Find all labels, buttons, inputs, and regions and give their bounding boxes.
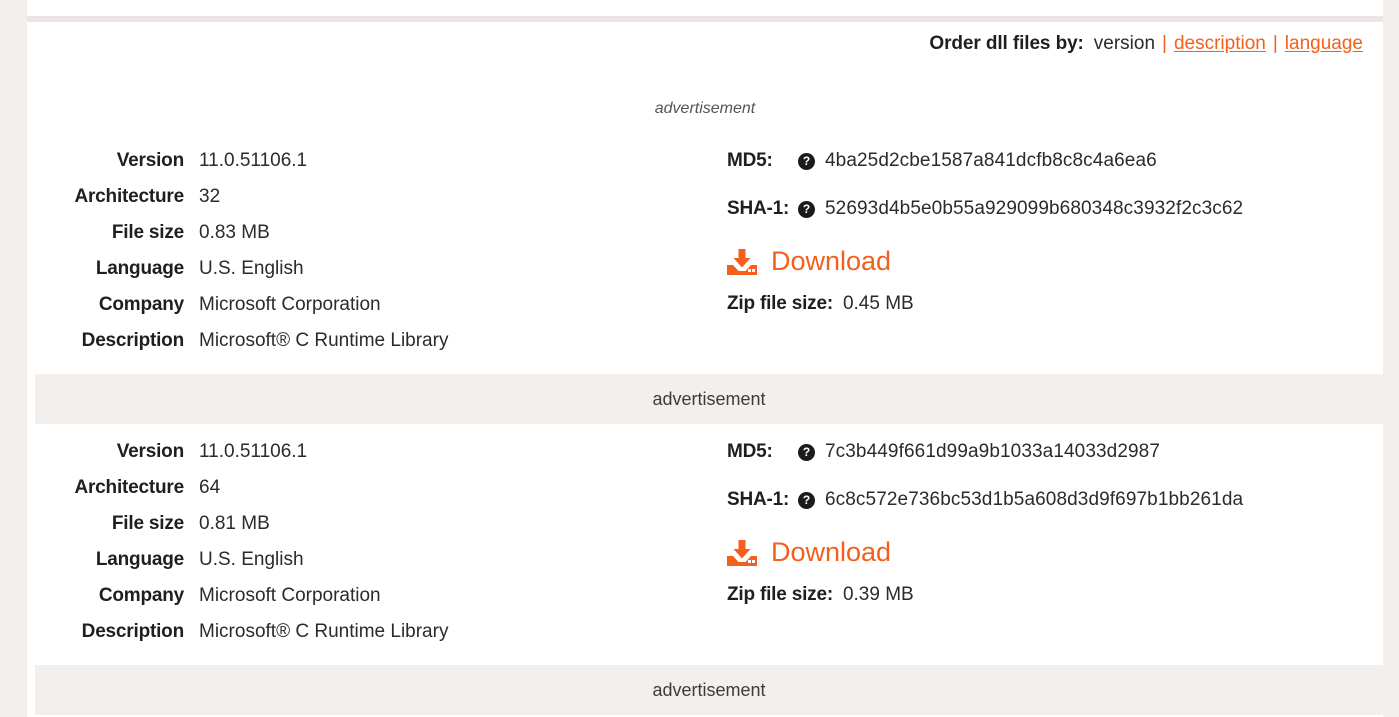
- sha1-value: 6c8c572e736bc53d1b5a608d3d9f697b1bb261da: [825, 489, 1244, 510]
- advertisement-bar-middle-label: advertisement: [652, 388, 766, 409]
- spec-key-language: Language: [95, 549, 184, 570]
- help-icon[interactable]: ?: [798, 443, 815, 461]
- download-icon: [727, 248, 757, 275]
- sha1-label: SHA-1:: [727, 489, 790, 510]
- advertisement-top: advertisement: [654, 100, 756, 117]
- md5-label: MD5:: [727, 441, 773, 462]
- zip-file-size-label: Zip file size:: [727, 293, 833, 314]
- zip-file-size-row: Zip file size: 0.39 MB: [727, 584, 1377, 606]
- order-files-label: Order dll files by:: [929, 33, 1084, 54]
- spec-row-file-size: File size 0.83 MB: [27, 222, 497, 258]
- spec-row-language: Language U.S. English: [27, 549, 497, 585]
- order-current-version: version: [1093, 33, 1156, 54]
- download-icon: [727, 539, 757, 566]
- file-spec-table: Version 11.0.51106.1 Architecture 32 Fil…: [27, 150, 497, 366]
- download-button[interactable]: Download: [727, 246, 891, 277]
- md5-label: MD5:: [727, 150, 773, 171]
- top-divider: [27, 16, 1383, 22]
- help-icon[interactable]: ?: [798, 152, 815, 170]
- download-label: Download: [771, 246, 892, 276]
- spec-value-architecture: 64: [199, 477, 221, 498]
- spec-row-description: Description Microsoft® C Runtime Library: [27, 621, 497, 657]
- spec-value-architecture: 32: [199, 186, 221, 207]
- zip-file-size-value: 0.45 MB: [842, 293, 914, 314]
- sha1-label: SHA-1:: [727, 198, 790, 219]
- spec-key-file-size: File size: [111, 222, 184, 243]
- spec-row-company: Company Microsoft Corporation: [27, 585, 497, 621]
- spec-value-file-size: 0.81 MB: [199, 513, 270, 534]
- spec-row-version: Version 11.0.51106.1: [27, 150, 497, 186]
- zip-file-size-value: 0.39 MB: [842, 584, 914, 605]
- download-label: Download: [771, 537, 892, 567]
- spec-key-version: Version: [116, 150, 184, 171]
- spec-key-architecture: Architecture: [74, 477, 184, 498]
- spec-row-file-size: File size 0.81 MB: [27, 513, 497, 549]
- spec-key-company: Company: [98, 585, 184, 606]
- advertisement-bar-middle: advertisement: [35, 374, 1383, 424]
- order-files-bar: Order dll files by: version | descriptio…: [929, 33, 1363, 55]
- spec-key-description: Description: [81, 330, 185, 351]
- spec-key-description: Description: [81, 621, 185, 642]
- spec-value-company: Microsoft Corporation: [199, 585, 381, 606]
- order-link-language[interactable]: language: [1285, 33, 1363, 55]
- spec-row-description: Description Microsoft® C Runtime Library: [27, 330, 497, 366]
- spec-value-company: Microsoft Corporation: [199, 294, 381, 315]
- spec-key-language: Language: [95, 258, 184, 279]
- file-hash-area: MD5: ? 4ba25d2cbe1587a841dcfb8c8c4a6ea6 …: [727, 150, 1377, 315]
- help-icon[interactable]: ?: [798, 491, 815, 509]
- spec-row-architecture: Architecture 64: [27, 477, 497, 513]
- spec-row-architecture: Architecture 32: [27, 186, 497, 222]
- sha1-row: SHA-1: ? 52693d4b5e0b55a929099b680348c39…: [727, 198, 1377, 220]
- spec-value-version: 11.0.51106.1: [199, 150, 308, 171]
- spec-key-file-size: File size: [111, 513, 184, 534]
- md5-value: 4ba25d2cbe1587a841dcfb8c8c4a6ea6: [825, 150, 1157, 171]
- spec-row-company: Company Microsoft Corporation: [27, 294, 497, 330]
- order-separator-1: |: [1162, 33, 1167, 54]
- sha1-row: SHA-1: ? 6c8c572e736bc53d1b5a608d3d9f697…: [727, 489, 1377, 511]
- spec-key-version: Version: [116, 441, 184, 462]
- content-card: Order dll files by: version | descriptio…: [27, 0, 1383, 717]
- md5-value: 7c3b449f661d99a9b1033a14033d2987: [825, 441, 1160, 462]
- spec-value-language: U.S. English: [199, 258, 304, 279]
- spec-value-version: 11.0.51106.1: [199, 441, 308, 462]
- advertisement-bar-bottom: advertisement: [35, 665, 1383, 715]
- order-separator-2: |: [1272, 33, 1278, 54]
- sha1-value: 52693d4b5e0b55a929099b680348c3932f2c3c62: [825, 198, 1244, 219]
- spec-key-company: Company: [98, 294, 184, 315]
- spec-row-language: Language U.S. English: [27, 258, 497, 294]
- spec-value-description: Microsoft® C Runtime Library: [199, 621, 449, 642]
- file-spec-table: Version 11.0.51106.1 Architecture 64 Fil…: [27, 441, 497, 657]
- spec-key-architecture: Architecture: [74, 186, 184, 207]
- advertisement-bar-bottom-label: advertisement: [652, 679, 766, 700]
- spec-value-language: U.S. English: [199, 549, 304, 570]
- order-link-description[interactable]: description: [1174, 33, 1266, 55]
- zip-file-size-label: Zip file size:: [727, 584, 833, 605]
- md5-row: MD5: ? 7c3b449f661d99a9b1033a14033d2987: [727, 441, 1377, 463]
- spec-value-description: Microsoft® C Runtime Library: [199, 330, 449, 351]
- zip-file-size-row: Zip file size: 0.45 MB: [727, 293, 1377, 315]
- spec-value-file-size: 0.83 MB: [199, 222, 270, 243]
- download-button[interactable]: Download: [727, 537, 891, 568]
- help-icon[interactable]: ?: [798, 200, 815, 218]
- md5-row: MD5: ? 4ba25d2cbe1587a841dcfb8c8c4a6ea6: [727, 150, 1377, 172]
- spec-row-version: Version 11.0.51106.1: [27, 441, 497, 477]
- file-hash-area: MD5: ? 7c3b449f661d99a9b1033a14033d2987 …: [727, 441, 1377, 606]
